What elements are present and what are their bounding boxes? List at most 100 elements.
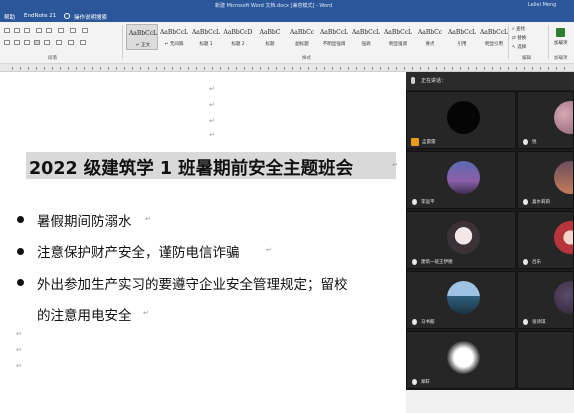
paragraph-mark: ↵ <box>209 85 215 93</box>
ruler-tick <box>244 67 245 70</box>
ruler-tick <box>156 67 157 70</box>
participant-tile[interactable]: 郑轩 <box>406 331 516 389</box>
paragraph-mark: ↵ <box>209 117 215 125</box>
bullets-icon[interactable] <box>4 28 10 33</box>
style-sample: AaBbCcD <box>223 29 253 36</box>
ruler-tick <box>388 67 389 70</box>
ruler-tick <box>468 67 469 70</box>
style-option[interactable]: AaBbCcL ↵ 无间隔 <box>158 24 190 50</box>
style-option[interactable]: AaBbCcL 明显引用 <box>478 24 510 50</box>
style-name: 标题 2 <box>231 42 245 47</box>
style-sample: AaBbCcL <box>128 30 158 37</box>
participant-tile[interactable]: 悦 <box>517 91 574 149</box>
find-button[interactable]: ⌕ 查找 <box>512 26 525 32</box>
replace-button[interactable]: ⇄ 替换 <box>512 35 526 41</box>
group-label-editing: 编辑 <box>522 56 531 61</box>
title-bar: 新建 Microsoft Word 文档.docx [兼容模式] - Word … <box>0 0 574 10</box>
ruler-tick <box>252 67 253 70</box>
participant-tile[interactable] <box>517 331 574 389</box>
participant-tile[interactable]: 喜水莉莉 <box>517 151 574 209</box>
multilevel-list-icon[interactable] <box>24 28 30 33</box>
show-marks-icon[interactable] <box>82 28 88 33</box>
style-option[interactable]: AaBbCcL 引用 <box>446 24 478 50</box>
sort-icon[interactable] <box>70 28 76 33</box>
style-option[interactable]: AaBbCcL ↵ 正文 <box>126 24 158 50</box>
desktop-background <box>406 390 574 413</box>
participant-tile[interactable]: 马书懿 <box>406 271 516 329</box>
ruler-tick <box>284 67 285 70</box>
style-name: 标题 <box>265 42 275 47</box>
tab-endnote[interactable]: EndNote 21 <box>24 13 56 19</box>
style-option[interactable]: AaBbCcL 不明显强调 <box>318 24 350 50</box>
user-name[interactable]: Leilei Meng <box>528 2 556 8</box>
addin-icon[interactable] <box>556 28 565 37</box>
participant-tile[interactable]: 孟雷雷 <box>406 91 516 149</box>
bullet-text[interactable]: 暑假期间防溺水 <box>37 210 132 230</box>
microphone-icon <box>523 319 528 325</box>
ruler-tick <box>412 67 413 70</box>
ruler-tick <box>268 67 269 70</box>
ruler-tick <box>444 67 445 70</box>
ruler-tick <box>212 67 213 70</box>
ruler-tick <box>44 67 45 70</box>
bullet-dot <box>17 248 24 255</box>
shading-icon[interactable] <box>68 40 74 45</box>
style-option[interactable]: AaBbCc 要点 <box>414 24 446 50</box>
bullet-text-continuation[interactable]: 的注意用电安全 <box>37 304 132 324</box>
justify-icon[interactable] <box>34 40 40 45</box>
participant-tile[interactable]: 吕乐 <box>517 211 574 269</box>
style-option[interactable]: AaBbC 标题 <box>254 24 286 50</box>
ruler-tick <box>516 67 517 70</box>
bullet-text[interactable]: 注意保护财产安全，谨防电信诈骗 <box>37 241 240 261</box>
style-name: 明显引用 <box>485 42 503 47</box>
paragraph-mark: ↵ <box>145 215 151 223</box>
style-name: 不明显强调 <box>322 42 346 47</box>
align-right-icon[interactable] <box>24 40 30 45</box>
style-option[interactable]: AaBbCcL 强调 <box>350 24 382 50</box>
increase-indent-icon[interactable] <box>46 28 52 33</box>
borders-icon[interactable] <box>80 40 86 45</box>
horizontal-ruler[interactable] <box>0 64 574 72</box>
style-option[interactable]: AaBbCcL 标题 1 <box>190 24 222 50</box>
addin-button[interactable]: 加载项 <box>554 40 568 46</box>
tab-help[interactable]: 帮助 <box>4 13 15 21</box>
chinese-layout-icon[interactable] <box>58 28 64 33</box>
ruler-tick <box>36 67 37 70</box>
ruler-tick <box>372 67 373 70</box>
ruler-tick <box>364 67 365 70</box>
ruler-tick <box>60 67 61 70</box>
avatar <box>447 161 480 194</box>
align-left-icon[interactable] <box>4 40 10 45</box>
ruler-tick <box>356 67 357 70</box>
style-option[interactable]: AaBbCcL 明显强调 <box>382 24 414 50</box>
participant-name: 吕乐 <box>532 260 541 265</box>
ruler-tick <box>236 67 237 70</box>
ruler-tick <box>76 67 77 70</box>
style-sample: AaBbCcL <box>319 29 349 36</box>
group-label-addin: 加载项 <box>554 56 568 61</box>
line-spacing-icon[interactable] <box>56 40 62 45</box>
group-label-paragraph: 段落 <box>48 56 57 61</box>
tell-me-search[interactable]: 操作说明搜索 <box>74 13 107 21</box>
ruler-tick <box>324 67 325 70</box>
select-button[interactable]: ↖ 选择 <box>512 44 526 50</box>
ruler-tick <box>204 67 205 70</box>
bullet-text[interactable]: 外出参加生产实习的要遵守企业安全管理规定；留校 <box>37 273 348 293</box>
document-title[interactable]: 2022 级建筑学 1 班暑期前安全主题班会 <box>29 155 353 180</box>
style-option[interactable]: AaBbCcD 标题 2 <box>222 24 254 50</box>
decrease-indent-icon[interactable] <box>36 28 42 33</box>
style-sample: AaBbCcL <box>479 29 509 36</box>
avatar <box>447 101 480 134</box>
ruler-tick <box>348 67 349 70</box>
ruler-tick <box>524 67 525 70</box>
distributed-icon[interactable] <box>44 40 50 45</box>
numbering-icon[interactable] <box>14 28 20 33</box>
microphone-icon <box>411 77 415 84</box>
align-center-icon[interactable] <box>14 40 20 45</box>
style-option[interactable]: AaBbCc 副标题 <box>286 24 318 50</box>
participant-tile[interactable]: 张诗琪 <box>517 271 574 329</box>
bullet-dot <box>17 216 24 223</box>
ruler-tick <box>564 67 565 70</box>
participant-tile[interactable]: 李运平 <box>406 151 516 209</box>
participant-tile[interactable]: 建筑一班王伊德 <box>406 211 516 269</box>
